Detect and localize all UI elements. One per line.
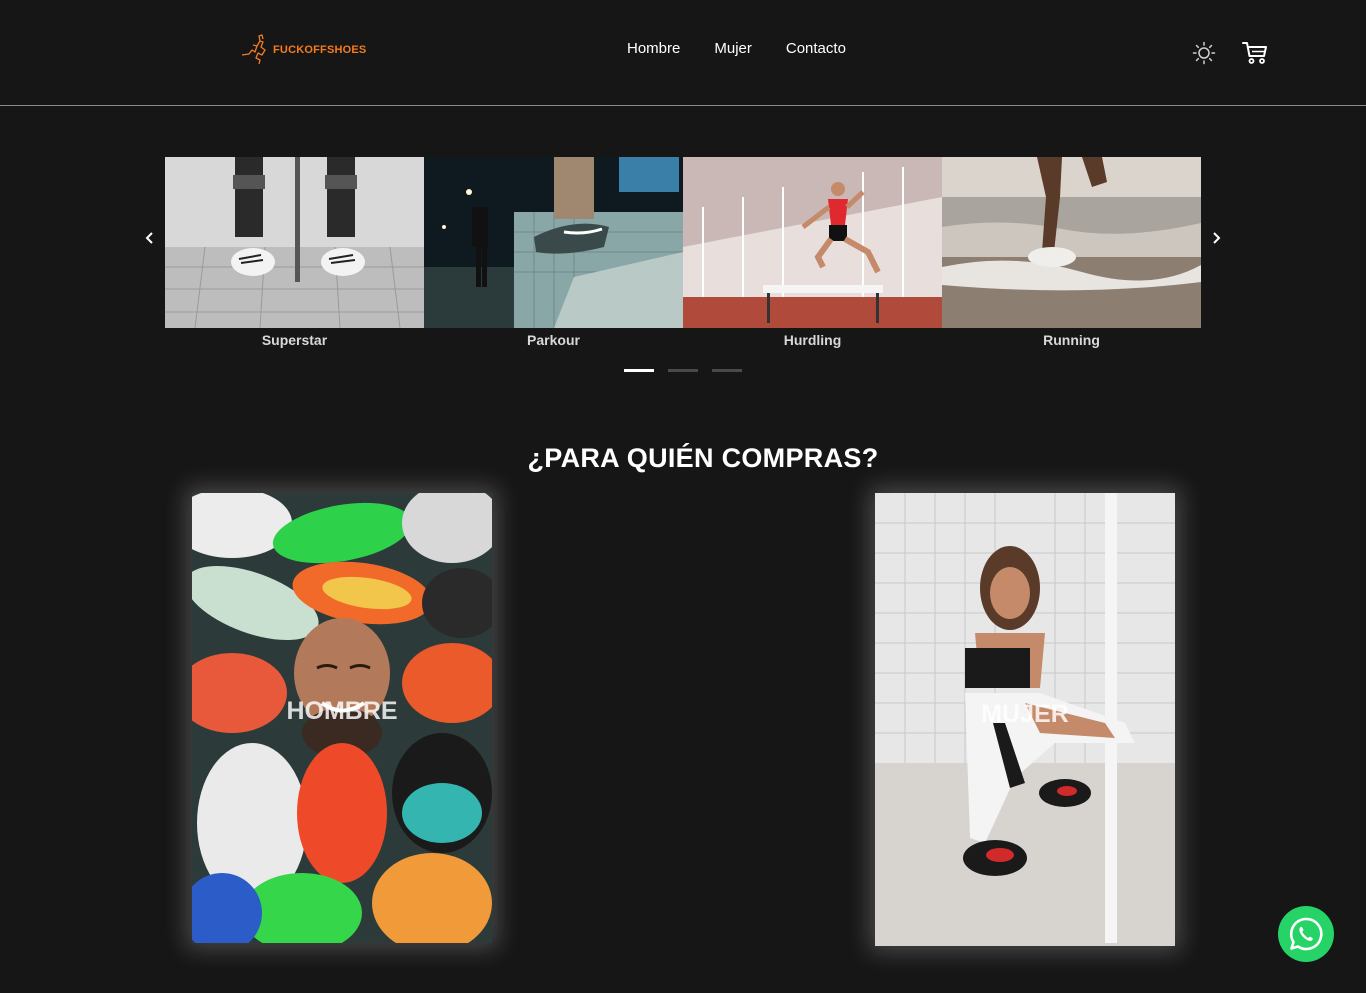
category-label-mujer: MUJER	[981, 700, 1069, 728]
sun-icon[interactable]	[1192, 41, 1216, 65]
nav-hombre[interactable]: Hombre	[627, 40, 680, 57]
slide-image	[942, 157, 1201, 328]
slide-caption: Running	[1043, 332, 1100, 348]
carousel-indicator-1[interactable]	[624, 369, 654, 372]
category-carousel: Superstar Parkour Hurdling Running	[165, 157, 1201, 357]
whatsapp-button[interactable]	[1278, 906, 1334, 962]
carousel-slide-running[interactable]: Running	[942, 157, 1201, 357]
slide-caption: Superstar	[261, 332, 328, 348]
category-label-hombre: HOMBRE	[286, 697, 398, 725]
slide-image	[165, 157, 424, 328]
runner-logo-icon	[241, 34, 266, 65]
category-card-hombre[interactable]: HOMBRE	[192, 493, 492, 943]
carousel-indicator-3[interactable]	[712, 369, 742, 372]
carousel-slide-parkour[interactable]: Parkour	[424, 157, 683, 357]
logo-text: FUCKOFFSHOES	[273, 44, 367, 56]
site-header: FUCKOFFSHOES Hombre Mujer Contacto	[0, 0, 1366, 106]
carousel-slide-superstar[interactable]: Superstar	[165, 157, 424, 357]
slide-image	[424, 157, 683, 328]
chevron-right-icon	[1213, 232, 1221, 244]
whatsapp-icon	[1289, 917, 1323, 951]
category-card-mujer[interactable]: MUJER	[875, 493, 1175, 946]
carousel-next-button[interactable]	[1208, 228, 1224, 248]
logo[interactable]: FUCKOFFSHOES	[241, 33, 366, 67]
nav-mujer[interactable]: Mujer	[714, 40, 752, 57]
slide-caption: Parkour	[527, 332, 580, 348]
main-nav: Hombre Mujer Contacto	[627, 40, 846, 57]
section-title: ¿PARA QUIÉN COMPRAS?	[527, 443, 879, 474]
chevron-left-icon	[145, 232, 153, 244]
cart-icon[interactable]	[1242, 41, 1268, 65]
carousel-indicator-2[interactable]	[668, 369, 698, 372]
carousel-prev-button[interactable]	[142, 228, 158, 248]
slide-image	[683, 157, 942, 328]
carousel-indicators	[624, 369, 742, 372]
slide-caption: Hurdling	[783, 332, 842, 348]
nav-contacto[interactable]: Contacto	[786, 40, 846, 57]
carousel-slide-hurdling[interactable]: Hurdling	[683, 157, 942, 357]
